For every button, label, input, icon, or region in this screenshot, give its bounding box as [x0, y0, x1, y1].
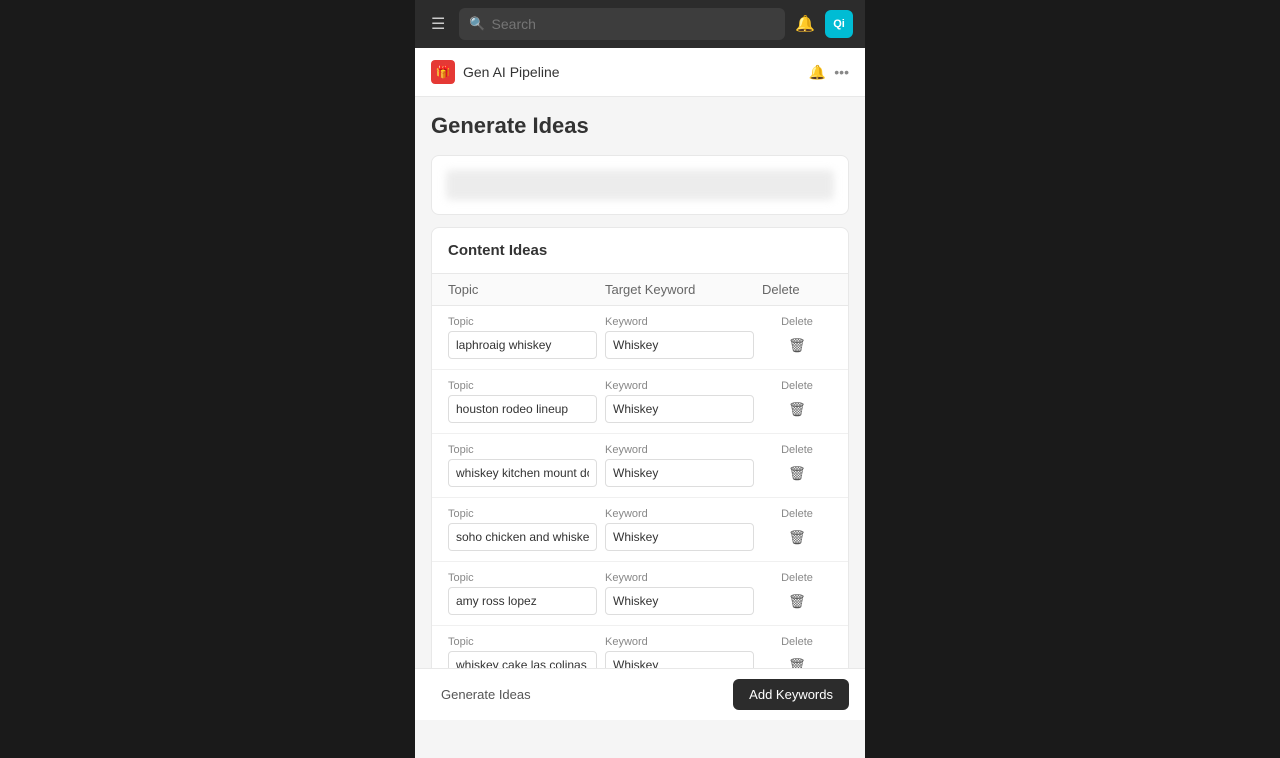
avatar[interactable]: Qi — [825, 10, 853, 38]
bottom-bar: Generate Ideas Add Keywords — [415, 668, 865, 720]
keyword-group-4: Keyword — [605, 508, 754, 551]
page-header: 🎁 Gen AI Pipeline 🔔 ••• — [415, 48, 865, 97]
table-row: Topic Keyword Delete 🗑 — [432, 306, 848, 370]
delete-button-2[interactable]: 🗑 — [784, 395, 810, 423]
delete-label-1: Delete — [781, 316, 813, 328]
search-icon: 🔍 — [469, 16, 485, 32]
page-header-title: Gen AI Pipeline — [463, 64, 560, 80]
delete-button-1[interactable]: 🗑 — [784, 331, 810, 359]
keyword-label-4: Keyword — [605, 508, 754, 520]
search-input[interactable] — [492, 16, 776, 32]
generate-ideas-button[interactable]: Generate Ideas — [431, 681, 541, 708]
keyword-group-2: Keyword — [605, 380, 754, 423]
topic-input-3[interactable] — [448, 459, 597, 487]
keyword-input-3[interactable] — [605, 459, 754, 487]
keyword-input-5[interactable] — [605, 587, 754, 615]
add-keywords-button[interactable]: Add Keywords — [733, 679, 849, 710]
delete-label-3: Delete — [781, 444, 813, 456]
keyword-input-1[interactable] — [605, 331, 754, 359]
topic-label-6: Topic — [448, 636, 597, 648]
keyword-label-6: Keyword — [605, 636, 754, 648]
delete-label-4: Delete — [781, 508, 813, 520]
top-card — [431, 155, 849, 215]
delete-group-2: Delete 🗑 — [762, 380, 832, 423]
table-row: Topic Keyword Delete 🗑 — [432, 562, 848, 626]
top-nav: ☰ 🔍 🔔 Qi — [415, 0, 865, 48]
keyword-group-3: Keyword — [605, 444, 754, 487]
topic-group-5: Topic — [448, 572, 597, 615]
content-ideas-header: Content Ideas — [432, 228, 848, 274]
column-delete: Delete — [762, 282, 832, 297]
page-header-actions: 🔔 ••• — [809, 64, 849, 81]
delete-button-4[interactable]: 🗑 — [784, 523, 810, 551]
topic-group-4: Topic — [448, 508, 597, 551]
keyword-label-2: Keyword — [605, 380, 754, 392]
delete-label-2: Delete — [781, 380, 813, 392]
topic-label-3: Topic — [448, 444, 597, 456]
column-keyword: Target Keyword — [605, 282, 762, 297]
delete-group-3: Delete 🗑 — [762, 444, 832, 487]
page-header-left: 🎁 Gen AI Pipeline — [431, 60, 560, 84]
delete-label-5: Delete — [781, 572, 813, 584]
delete-button-3[interactable]: 🗑 — [784, 459, 810, 487]
delete-group-1: Delete 🗑 — [762, 316, 832, 359]
delete-group-4: Delete 🗑 — [762, 508, 832, 551]
content-ideas-card: Content Ideas Topic Target Keyword Delet… — [431, 227, 849, 690]
keyword-label-3: Keyword — [605, 444, 754, 456]
topic-input-5[interactable] — [448, 587, 597, 615]
delete-label-6: Delete — [781, 636, 813, 648]
topic-label-5: Topic — [448, 572, 597, 584]
table-row: Topic Keyword Delete 🗑 — [432, 498, 848, 562]
blurred-content — [446, 170, 834, 200]
topic-input-1[interactable] — [448, 331, 597, 359]
topic-group-1: Topic — [448, 316, 597, 359]
table-row: Topic Keyword Delete 🗑 — [432, 370, 848, 434]
page-title: Generate Ideas — [431, 113, 849, 139]
keyword-group-5: Keyword — [605, 572, 754, 615]
table-row: Topic Keyword Delete 🗑 — [432, 434, 848, 498]
bell-icon[interactable]: 🔔 — [795, 14, 815, 34]
topic-input-4[interactable] — [448, 523, 597, 551]
bell-header-icon[interactable]: 🔔 — [809, 64, 826, 81]
hamburger-icon[interactable]: ☰ — [427, 10, 449, 38]
column-topic: Topic — [448, 282, 605, 297]
keyword-input-4[interactable] — [605, 523, 754, 551]
keyword-input-2[interactable] — [605, 395, 754, 423]
topic-label-1: Topic — [448, 316, 597, 328]
search-bar[interactable]: 🔍 — [459, 8, 785, 40]
topic-input-2[interactable] — [448, 395, 597, 423]
delete-group-5: Delete 🗑 — [762, 572, 832, 615]
topic-label-2: Topic — [448, 380, 597, 392]
keyword-group-1: Keyword — [605, 316, 754, 359]
keyword-label-1: Keyword — [605, 316, 754, 328]
more-options-icon[interactable]: ••• — [834, 64, 849, 80]
main-content: Generate Ideas Content Ideas Topic Targe… — [415, 97, 865, 706]
topic-label-4: Topic — [448, 508, 597, 520]
topic-group-2: Topic — [448, 380, 597, 423]
app-icon: 🎁 — [431, 60, 455, 84]
delete-button-5[interactable]: 🗑 — [784, 587, 810, 615]
topic-group-3: Topic — [448, 444, 597, 487]
keyword-label-5: Keyword — [605, 572, 754, 584]
table-header: Topic Target Keyword Delete — [432, 274, 848, 306]
